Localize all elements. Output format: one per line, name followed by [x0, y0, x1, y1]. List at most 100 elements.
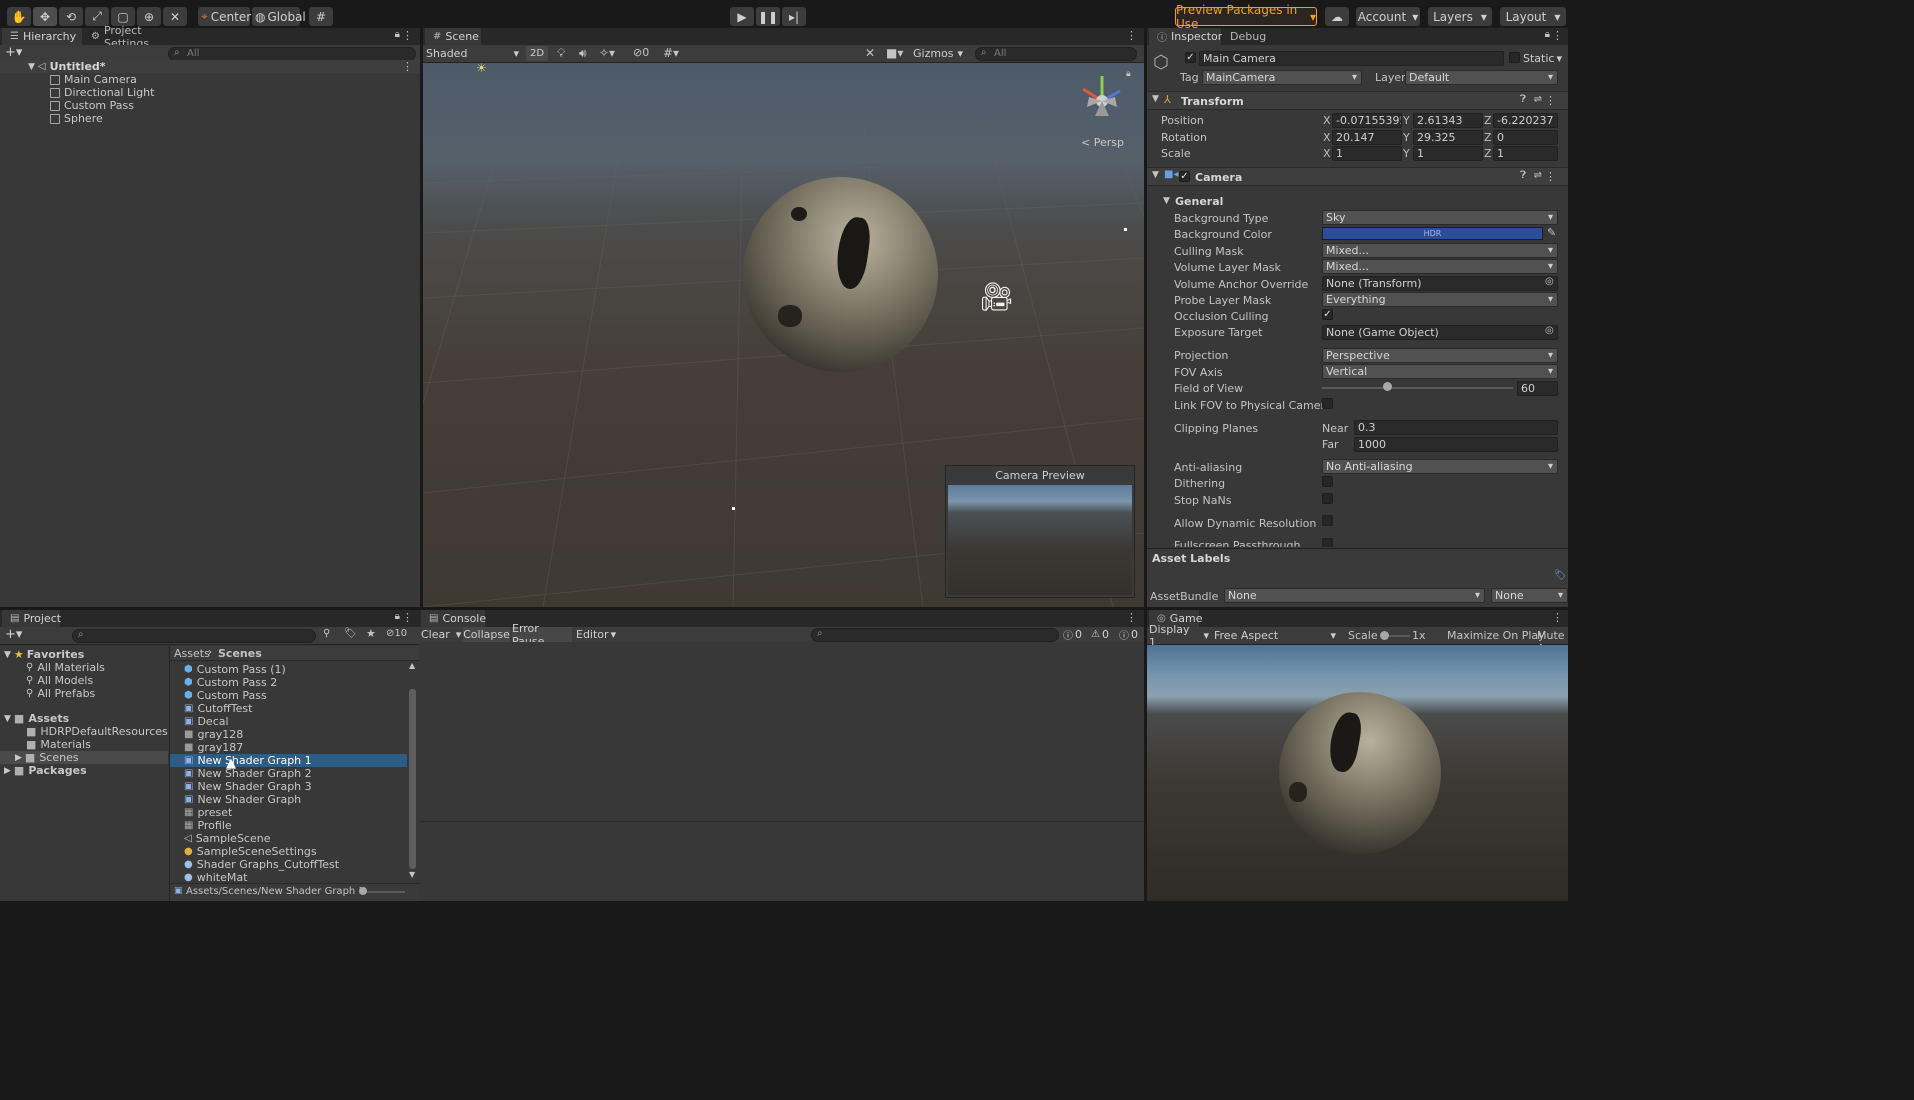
packages-foldout[interactable]: ▶ ■ Packages [4, 764, 87, 777]
grid-toggle-icon[interactable]: #▾ [663, 46, 679, 60]
shading-mode-dropdown[interactable]: Shaded ▾ [426, 46, 521, 61]
occlusion-culling-checkbox[interactable]: ✓ [1322, 309, 1333, 320]
lightbulb-icon[interactable]: 💡︎ [557, 46, 565, 61]
list-item[interactable]: ⬢ Custom Pass (1) [170, 663, 407, 676]
gizmos-dropdown[interactable]: Gizmos ▾ [913, 46, 963, 61]
scroll-up-icon[interactable]: ▲ [409, 661, 415, 670]
assets-foldout[interactable]: ▼ ■ Assets [4, 712, 69, 725]
hierarchy-search-input[interactable]: All [168, 47, 416, 61]
clear-button[interactable]: Clear ▾ [421, 627, 461, 642]
more-options-icon[interactable]: ⋮ [1552, 29, 1563, 42]
hierarchy-item-main-camera[interactable]: Main Camera [50, 73, 137, 86]
list-item[interactable]: ◁ SampleScene [170, 832, 407, 845]
preset-icon[interactable]: ⇌ [1534, 94, 1542, 105]
project-search-input[interactable] [72, 629, 316, 643]
folder-scenes[interactable]: ▶ ■ Scenes [0, 751, 168, 764]
orientation-gizmo[interactable] [1075, 71, 1130, 126]
console-log-area[interactable] [419, 642, 1144, 822]
object-name-field[interactable]: Main Camera [1199, 51, 1504, 66]
help-icon[interactable]: ❓︎ [1520, 94, 1526, 105]
move-tool-button[interactable]: ✥ [33, 7, 57, 26]
list-item[interactable]: ⬢ Custom Pass [170, 689, 407, 702]
add-icon[interactable]: +▾ [5, 627, 22, 642]
scale-y-field[interactable]: 1 [1413, 146, 1483, 161]
add-icon[interactable]: +▾ [5, 45, 22, 60]
position-x-field[interactable]: -0.07155395 [1332, 113, 1402, 128]
far-field[interactable]: 1000 [1354, 437, 1558, 452]
scroll-down-icon[interactable]: ▼ [409, 870, 415, 879]
list-item[interactable]: ▦ Profile [170, 819, 407, 832]
exposure-target-field[interactable]: None (Game Object) [1322, 325, 1558, 340]
hidden-packages-icon[interactable]: ⊘10 [386, 628, 407, 639]
scrollbar-thumb[interactable] [409, 689, 416, 869]
static-dropdown[interactable]: Static ▾ [1523, 51, 1568, 66]
more-options-icon[interactable]: ⋮ [1126, 29, 1137, 42]
2d-toggle-button[interactable]: 2D [526, 46, 548, 61]
stop-nans-checkbox[interactable] [1322, 493, 1333, 504]
persp-label[interactable]: < Persp [1081, 136, 1124, 149]
search-by-type-icon[interactable]: ⚲ [323, 628, 330, 639]
hidden-objects-icon[interactable]: ⊘0 [633, 46, 649, 59]
hand-tool-button[interactable]: ✋ [7, 7, 31, 26]
audio-icon[interactable]: 🔊︎ [579, 46, 587, 61]
static-checkbox[interactable] [1509, 52, 1520, 63]
fov-value-field[interactable]: 60 [1517, 381, 1558, 396]
display-dropdown[interactable]: Display 1 ▾ [1149, 623, 1209, 649]
console-search-input[interactable] [811, 628, 1059, 642]
eyedropper-icon[interactable]: ✎ [1547, 226, 1556, 239]
tab-scene[interactable]: # Scene [425, 28, 481, 45]
background-type-dropdown[interactable]: Sky [1322, 210, 1558, 225]
camera-icon[interactable]: ■▾ [886, 46, 903, 60]
scene-search-input[interactable]: All [975, 47, 1137, 61]
expand-arrow-icon[interactable]: ▼ [1163, 196, 1170, 206]
projection-dropdown[interactable]: Perspective [1322, 348, 1558, 363]
tools-icon[interactable]: ✕ [865, 46, 875, 60]
pivot-global-button[interactable]: ◍ Global [252, 7, 306, 26]
dithering-checkbox[interactable] [1322, 476, 1333, 487]
folder-materials[interactable]: ■ Materials [26, 738, 91, 751]
background-color-swatch[interactable]: HDR [1322, 227, 1543, 240]
breadcrumb-assets[interactable]: Assets [174, 647, 210, 660]
assetbundle-variant-dropdown[interactable]: None [1491, 588, 1568, 603]
game-view[interactable] [1147, 645, 1568, 901]
hierarchy-item-sphere[interactable]: Sphere [50, 112, 103, 125]
layout-dropdown[interactable]: Layout ▾ [1500, 7, 1566, 26]
sun-icon[interactable]: ☀ [476, 63, 487, 75]
list-item[interactable]: ▣ CutoffTest [170, 702, 407, 715]
play-button[interactable]: ▶ [730, 7, 754, 26]
icon-size-thumb[interactable] [359, 887, 367, 895]
layers-dropdown[interactable]: Layers ▾ [1428, 7, 1492, 26]
active-checkbox[interactable]: ✓ [1185, 52, 1196, 63]
grid-snap-button[interactable]: # [309, 7, 333, 26]
list-item[interactable]: ● SampleSceneSettings [170, 845, 407, 858]
file-list-scrollbar[interactable]: ▲ ▼ [408, 661, 418, 881]
tab-console[interactable]: ▤ Console [421, 610, 486, 627]
tab-project-settings[interactable]: ⚙ Project Settings [83, 24, 183, 50]
more-options-icon[interactable]: ⋮ [1545, 94, 1556, 107]
more-options-icon[interactable]: ⋮ [402, 611, 413, 624]
tag-dropdown[interactable]: MainCamera [1202, 70, 1362, 85]
camera-enabled-checkbox[interactable]: ✓ [1179, 171, 1190, 182]
aspect-dropdown[interactable]: Free Aspect ▾ [1214, 628, 1338, 643]
expand-arrow-icon[interactable]: ▼ [28, 62, 35, 72]
lock-icon[interactable]: 🔒︎ [1545, 29, 1550, 40]
step-button[interactable]: ▸| [782, 7, 806, 26]
fullscreen-passthrough-checkbox[interactable] [1322, 538, 1333, 547]
culling-mask-dropdown[interactable]: Mixed... [1322, 243, 1558, 258]
more-options-icon[interactable]: ⋮ [402, 29, 413, 42]
list-item[interactable]: ● Shader Graphs_CutoffTest [170, 858, 407, 871]
list-item[interactable]: ▣ New Shader Graph 1 [170, 754, 407, 767]
camera-header[interactable]: ▼ ■◂ ✓ Camera ❓︎ ⇌ ⋮ [1147, 167, 1568, 186]
rotation-z-field[interactable]: 0 [1493, 130, 1558, 145]
scene-root-row[interactable]: ▼ ◁ Untitled* ⋮ [0, 60, 420, 73]
rotation-y-field[interactable]: 29.325 [1413, 130, 1483, 145]
favorites-foldout[interactable]: ▼ ★ Favorites [4, 648, 84, 661]
maximize-on-play-toggle[interactable]: Maximize On Play [1447, 629, 1545, 642]
anti-aliasing-dropdown[interactable]: No Anti-aliasing [1322, 459, 1558, 474]
link-fov-checkbox[interactable] [1322, 398, 1333, 409]
account-dropdown[interactable]: Account ▾ [1356, 7, 1420, 26]
preview-packages-button[interactable]: Preview Packages in Use ▾ [1175, 3, 1317, 31]
list-item[interactable]: ⬢ Custom Pass 2 [170, 676, 407, 689]
general-foldout-label[interactable]: General [1175, 195, 1223, 208]
preset-icon[interactable]: ⇌ [1534, 170, 1542, 181]
